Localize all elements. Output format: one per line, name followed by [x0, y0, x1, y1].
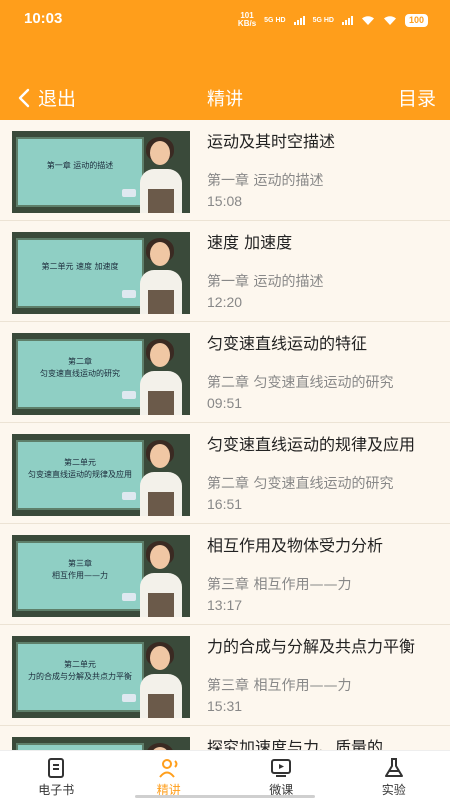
back-label: 退出	[38, 88, 77, 110]
lesson-duration: 16:51	[207, 496, 243, 512]
lesson-chapter: 第一章 运动的描述	[207, 173, 324, 189]
lesson-list: 第一章 运动的描述 运动及其时空描述 第一章 运动的描述 15:08 第二单元 …	[0, 120, 450, 750]
lesson-item[interactable]: 第二单元 力的合成与分解及共点力平衡 力的合成与分解及共点力平衡 第三章 相互作用…	[0, 625, 450, 726]
lesson-duration: 13:17	[207, 597, 243, 613]
lesson-title: 探究加速度与力、质量的	[207, 738, 384, 750]
lesson-chapter: 第三章 相互作用——力	[207, 678, 352, 694]
status-bar: 10:03 101 KB/s 5G HD 5G HD 100	[0, 0, 450, 40]
tab-experiment[interactable]: 实验	[338, 751, 450, 800]
lesson-chapter: 第二章 匀变速直线运动的研究	[207, 476, 394, 492]
lesson-duration: 15:08	[207, 193, 243, 209]
net-speed-unit: KB/s	[237, 19, 257, 28]
board-text: 匀变速直线运动的研究	[40, 369, 120, 378]
board-text: 相互作用——力	[52, 571, 108, 580]
board-text: 第二单元 速度 加速度	[41, 262, 119, 271]
lesson-item[interactable]: 第二单元 速度 加速度 速度 加速度 第一章 运动的描述 12:20	[0, 221, 450, 322]
tab-label: 电子书	[38, 783, 75, 797]
signal-label-2: 5G HD	[312, 16, 334, 24]
lesson-thumbnail: 第二单元 速度 加速度	[12, 232, 190, 314]
lesson-item[interactable]: 探究加速度与力、质量的	[0, 726, 450, 750]
back-button[interactable]: 退出	[18, 84, 76, 111]
board-text: 匀变速直线运动的规律及应用	[28, 470, 132, 479]
page-title: 精讲	[207, 89, 243, 110]
lecture-icon	[158, 759, 178, 778]
signal-label-1: 5G HD	[264, 16, 286, 24]
lesson-title: 匀变速直线运动的规律及应用	[207, 435, 416, 454]
lesson-title: 力的合成与分解及共点力平衡	[207, 637, 416, 656]
net-speed: 101 KB/s	[238, 12, 256, 28]
lesson-chapter: 第二章 匀变速直线运动的研究	[207, 375, 394, 391]
board-text: 第三章	[68, 559, 92, 568]
lesson-duration: 15:31	[207, 698, 243, 714]
lesson-title: 相互作用及物体受力分析	[207, 536, 384, 555]
tab-label: 实验	[381, 783, 406, 797]
lesson-thumbnail	[12, 737, 190, 750]
lesson-chapter: 第三章 相互作用——力	[207, 577, 352, 593]
video-icon	[271, 759, 292, 777]
lesson-thumbnail: 第二章匀变速直线运动的研究	[12, 333, 190, 415]
board-text: 第一章 运动的描述	[46, 161, 114, 170]
lesson-thumbnail: 第一章 运动的描述	[12, 131, 190, 213]
ebook-icon	[48, 758, 65, 778]
tab-lecture[interactable]: 精讲	[113, 751, 226, 800]
lesson-chapter: 第一章 运动的描述	[207, 274, 324, 290]
signal-icon	[293, 15, 305, 25]
chevron-left-icon	[18, 88, 30, 107]
lesson-title: 速度 加速度	[207, 233, 293, 252]
lesson-item[interactable]: 第二单元 匀变速直线运动的规律及应用 匀变速直线运动的规律及应用 第二章 匀变速直…	[0, 423, 450, 524]
battery-icon: 100	[404, 13, 428, 27]
home-indicator	[135, 795, 315, 798]
board-text: 第二单元	[64, 660, 96, 669]
lesson-item[interactable]: 第三章相互作用——力 相互作用及物体受力分析 第三章 相互作用——力 13:17	[0, 524, 450, 625]
signal-icon	[341, 15, 353, 25]
status-icons: 101 KB/s 5G HD 5G HD 100	[238, 12, 428, 28]
bottom-tab-bar: 电子书 精讲 微课 实验	[0, 750, 450, 800]
tab-ebook[interactable]: 电子书	[0, 751, 113, 800]
lesson-thumbnail: 第三章相互作用——力	[12, 535, 190, 617]
board-text: 第二单元	[64, 458, 96, 467]
lesson-item[interactable]: 第二章 匀变速直线运动的研究 匀变速直线运动的特征 第二章 匀变速直线运动的研究 …	[0, 322, 450, 423]
lesson-title: 匀变速直线运动的特征	[207, 334, 368, 353]
lesson-item[interactable]: 第一章 运动的描述 运动及其时空描述 第一章 运动的描述 15:08	[0, 120, 450, 221]
wifi-icon	[361, 15, 374, 25]
catalog-button[interactable]: 目录	[398, 84, 436, 111]
nav-bar: 退出 精讲 目录	[0, 40, 450, 120]
lesson-thumbnail: 第二单元力的合成与分解及共点力平衡	[12, 636, 190, 718]
flask-icon	[384, 758, 403, 777]
board-text: 力的合成与分解及共点力平衡	[28, 672, 132, 681]
wifi-icon	[383, 15, 396, 25]
tab-micro-course[interactable]: 微课	[225, 751, 338, 800]
lesson-title: 运动及其时空描述	[207, 132, 336, 151]
status-time: 10:03	[24, 10, 63, 27]
lesson-duration: 09:51	[207, 395, 243, 411]
lesson-duration: 12:20	[207, 294, 243, 310]
board-text: 第二章	[68, 357, 92, 366]
lesson-thumbnail: 第二单元匀变速直线运动的规律及应用	[12, 434, 190, 516]
